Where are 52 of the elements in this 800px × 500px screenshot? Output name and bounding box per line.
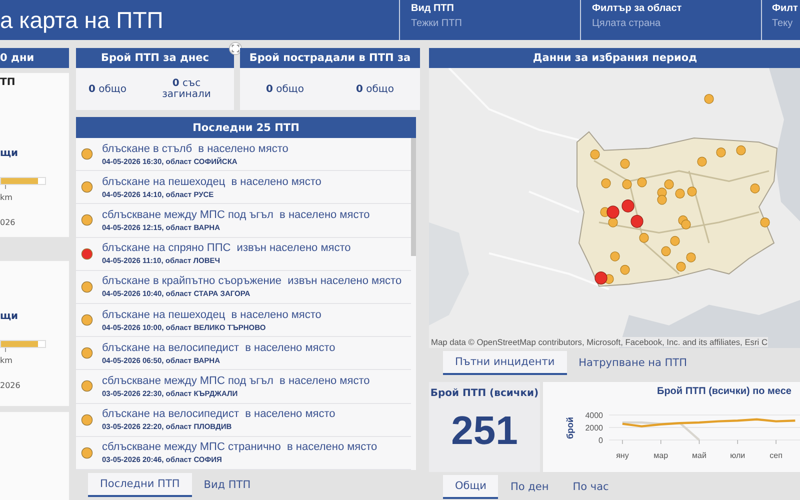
card-label: щи (0, 311, 20, 322)
panel-header: Брой пострадали в ПТП за (240, 48, 420, 68)
panel-header: 0 дни (0, 48, 69, 68)
item-title: блъскане в крайпътно съоръжение извън населено място (102, 274, 402, 288)
tab[interactable]: Общи (443, 475, 498, 499)
tab[interactable]: Пътни инциденти (443, 351, 567, 375)
tick-label: 2000 (585, 424, 603, 432)
item-title: сблъскване между МПС под ъгъл в населено място (102, 208, 370, 222)
item-title: блъскане на пешеходец в населено място (102, 308, 322, 322)
panel-header: Брой ПТП за днес (76, 48, 234, 68)
stat-text: 0 общо (88, 84, 126, 94)
panel-header: Данни за избрания период (429, 48, 800, 68)
date-label: 026 (0, 218, 16, 227)
item-title: блъскане на велосипедист в населено място (102, 340, 336, 355)
tick-label: мар (654, 451, 668, 460)
filter-dropdown[interactable]: Филт Теку (761, 0, 800, 40)
card-label: щи (0, 148, 20, 159)
tick-label: май (692, 451, 706, 460)
tab[interactable]: По ден (498, 475, 561, 499)
tick-label: яну (616, 451, 629, 460)
tab[interactable]: Натрупване на ПТП (566, 351, 699, 375)
item-title: блъскане на пешеходец в населено място (102, 174, 322, 189)
tick-label: 4000 (585, 411, 603, 420)
tick-label: юли (730, 451, 746, 460)
stat-text: 0 със загинали (161, 78, 212, 100)
date-label: 2026 (0, 381, 22, 390)
kpi-value: 251 (451, 409, 518, 454)
stat-text: 0 общо (356, 84, 394, 94)
item-title: блъскане на спряно ППС извън населено място (102, 241, 351, 256)
tab[interactable]: Вид ПТП (192, 473, 263, 497)
item-title: сблъскване между МПС под ъгъл в населено място (102, 374, 370, 388)
tick-label: сеп (770, 451, 782, 460)
scrollbar[interactable] (411, 138, 416, 256)
panel-header: Последни 25 ПТП (76, 117, 416, 138)
axis-title: брой (565, 416, 575, 440)
chart-title: Брой ПТП (всички) по месе (657, 386, 792, 397)
tick-label: 0 (598, 436, 603, 445)
unit-label: km (0, 193, 14, 202)
kpi-label: Брой ПТП (всички) (430, 388, 539, 399)
filter-dropdown[interactable]: Филтър за област Цялата страна (580, 0, 761, 40)
expand-icon[interactable] (229, 42, 242, 55)
dashboard-title: а карта на ПТП (0, 6, 164, 34)
item-title: блъскане на велосипедист в населено място (102, 407, 336, 422)
filter-dropdown[interactable]: Вид ПТП Тежки ПТП (399, 0, 580, 40)
unit-label: km (0, 356, 14, 365)
tab[interactable]: По час (560, 475, 621, 499)
item-title: сблъскване между МПС странично в населено място (102, 440, 378, 454)
stat-text: 0 общо (266, 84, 304, 94)
tab[interactable]: Последни ПТП (88, 473, 192, 497)
item-title: блъскане в стълб в населено място (102, 142, 288, 156)
card-title: ТП (0, 77, 16, 88)
map-attribution: Map data © OpenStreetMap contributors, Microsoft, Facebook, Inc. and its affiliates, Esri C (431, 337, 768, 347)
